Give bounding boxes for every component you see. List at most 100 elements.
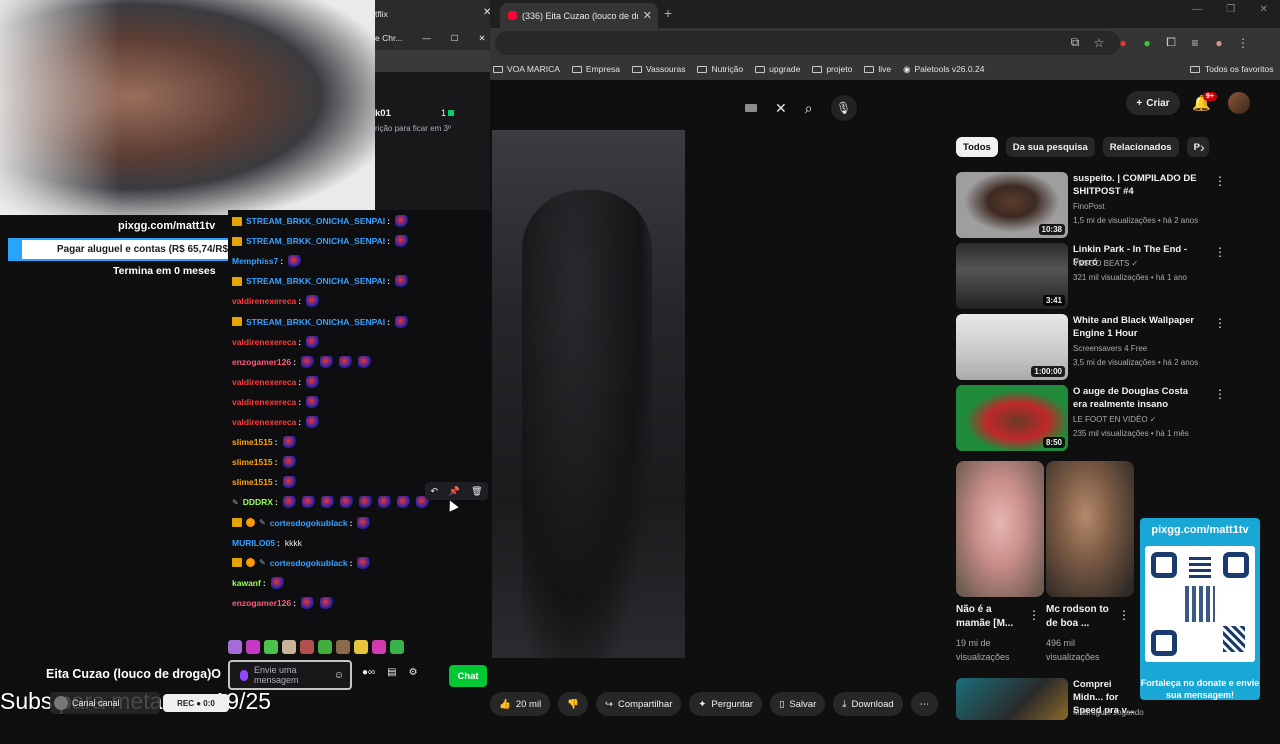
install-icon[interactable]: ⧉	[1068, 35, 1082, 50]
bookmark-star-icon[interactable]: ☆	[1092, 36, 1106, 50]
chat-message[interactable]: ✎ cortesdogokublack:	[232, 516, 372, 530]
extension-red-icon[interactable]: ●	[1116, 36, 1130, 50]
chat-username[interactable]: STREAM_BRKK_ONICHA_SENPAI	[246, 216, 385, 226]
chat-message[interactable]: kawanf:	[232, 576, 285, 590]
chat-message[interactable]: valdirenexereca:	[232, 415, 321, 429]
tab-close-icon[interactable]: ✕	[643, 9, 658, 22]
chat-username[interactable]: kawanf	[232, 578, 261, 588]
close-window-icon[interactable]: ✕	[1259, 4, 1267, 15]
chat-message[interactable]: valdirenexereca:	[232, 375, 321, 389]
chat-message[interactable]: valdirenexereca:	[232, 335, 321, 349]
chat-username[interactable]: valdirenexereca	[232, 296, 296, 306]
reading-list-icon[interactable]: ≡	[1188, 36, 1202, 50]
chat-message[interactable]: Memphiss7:	[232, 254, 303, 268]
chat-username[interactable]: STREAM_BRKK_ONICHA_SENPAI	[246, 317, 385, 327]
chat-message[interactable]: slime1515:	[232, 475, 297, 489]
new-tab-button[interactable]: +	[664, 5, 672, 21]
chat-message[interactable]: enzogamer126:	[232, 596, 334, 610]
bookmark-voa-marica[interactable]: VOA MARICA	[493, 64, 560, 74]
chip-more[interactable]: P	[1186, 137, 1209, 157]
chat-message[interactable]: MURILO05: kkkk	[232, 536, 302, 550]
emote-icon[interactable]	[300, 640, 314, 654]
mic-icon[interactable]	[240, 669, 248, 681]
bookmark-vassouras[interactable]: Vassouras	[631, 64, 685, 74]
chevron-right-icon[interactable]: ›	[1200, 139, 1205, 155]
chat-username[interactable]: slime1515	[232, 437, 273, 447]
close-icon[interactable]: ✕	[479, 33, 486, 44]
bookmark-upgrade[interactable]: upgrade	[755, 64, 800, 74]
reply-icon[interactable]: ↶	[430, 486, 438, 497]
chat-username[interactable]: DDDRX	[243, 497, 273, 507]
voice-search-button[interactable]: 🎙	[830, 95, 857, 121]
extensions-icon[interactable]: ⧠	[1164, 35, 1178, 50]
chat-message-list[interactable]: STREAM_BRKK_ONICHA_SENPAI: STREAM_BRKK_ON…	[228, 210, 490, 630]
like-button[interactable]: 👍 20 mil	[490, 692, 551, 716]
dislike-button[interactable]: 👎	[558, 692, 589, 716]
emote-icon[interactable]	[354, 640, 368, 654]
rec-video-3[interactable]: 1:00:00 White and Black Wallpaper Engine…	[956, 314, 1226, 380]
chat-username[interactable]: slime1515	[232, 457, 273, 467]
emote-icon[interactable]	[228, 640, 242, 654]
browser-tab-active[interactable]: (336) Eita Cuzao (louco de drog ✕	[500, 3, 658, 28]
avatar[interactable]	[1228, 92, 1250, 114]
chat-message[interactable]: enzogamer126:	[232, 355, 372, 369]
rec-video-4[interactable]: 8:50 O auge de Douglas Costa era realmen…	[956, 385, 1226, 451]
emoji-icon[interactable]: ☺	[334, 670, 344, 681]
chat-username[interactable]: STREAM_BRKK_ONICHA_SENPAI	[246, 276, 385, 286]
chat-username[interactable]: enzogamer126	[232, 598, 291, 608]
short-title[interactable]: Não é a mamãe [M...	[956, 603, 1026, 631]
maximize-icon[interactable]: ☐	[451, 33, 459, 44]
chat-message[interactable]: ✎ cortesdogokublack:	[232, 556, 372, 570]
store-icon[interactable]: ▤	[387, 667, 396, 678]
chip-da-sua-pesquisa[interactable]: Da sua pesquisa	[1005, 137, 1095, 157]
emote-icon[interactable]	[336, 640, 350, 654]
chat-message[interactable]: STREAM_BRKK_ONICHA_SENPAI:	[232, 315, 410, 329]
chat-username[interactable]: STREAM_BRKK_ONICHA_SENPAI	[246, 236, 385, 246]
more-options-icon[interactable]: ⋮	[1214, 387, 1226, 401]
chat-username[interactable]: enzogamer126	[232, 357, 291, 367]
chat-username[interactable]: valdirenexereca	[232, 417, 296, 427]
chat-message[interactable]: STREAM_BRKK_ONICHA_SENPAI:	[232, 274, 410, 288]
more-options-icon[interactable]: ⋮	[1028, 608, 1040, 622]
chat-username[interactable]: slime1515	[232, 477, 273, 487]
save-button[interactable]: ▯ Salvar	[770, 692, 826, 716]
download-button[interactable]: ⤓ Download	[833, 692, 903, 716]
chrome-menu-icon[interactable]: ⋮	[1236, 36, 1250, 50]
bookmark-nutricao[interactable]: Nutrição	[697, 64, 743, 74]
chat-input[interactable]: Envie uma mensagem ☺	[228, 660, 352, 690]
chat-message[interactable]: ✎ DDDRX:	[232, 495, 430, 509]
short-title[interactable]: Mc rodson to de boa ...	[1046, 603, 1116, 631]
pin-icon[interactable]: 📌	[449, 486, 460, 497]
more-options-icon[interactable]: ⋮	[1118, 608, 1130, 622]
more-options-icon[interactable]: ⋮	[1214, 316, 1226, 330]
rec-video-2[interactable]: 3:41 Linkin Park - In The End - Forró VE…	[956, 243, 1226, 309]
restore-icon[interactable]: ❐	[1226, 4, 1235, 15]
video-player[interactable]	[492, 130, 685, 658]
chat-message[interactable]: STREAM_BRKK_ONICHA_SENPAI:	[232, 214, 410, 228]
keyboard-icon[interactable]	[745, 104, 757, 112]
rec-video-1[interactable]: 10:38 suspeito. | COMPILADO DE SHITPOST …	[956, 172, 1226, 238]
chat-username[interactable]: valdirenexereca	[232, 337, 296, 347]
create-button[interactable]: + Criar	[1126, 91, 1180, 115]
chat-message[interactable]: valdirenexereca:	[232, 294, 321, 308]
emote-icon[interactable]	[246, 640, 260, 654]
close-icon[interactable]: ✕	[483, 7, 491, 18]
gear-icon[interactable]: ⚙	[409, 667, 418, 678]
profile-avatar-icon[interactable]: ●	[1212, 36, 1226, 50]
address-bar[interactable]	[495, 31, 1120, 55]
emote-icon[interactable]	[264, 640, 278, 654]
more-options-icon[interactable]: ⋮	[1214, 174, 1226, 188]
bookmark-projeto[interactable]: projeto	[812, 64, 852, 74]
ask-button[interactable]: ✦ Perguntar	[689, 692, 763, 716]
minimize-icon[interactable]: —	[422, 33, 431, 43]
all-bookmarks[interactable]: Todos os favoritos	[1190, 58, 1274, 80]
share-button[interactable]: ↪ Compartilhar	[596, 692, 682, 716]
chat-username[interactable]: MURILO05	[232, 538, 275, 548]
chat-message[interactable]: valdirenexereca:	[232, 395, 321, 409]
emote-icon[interactable]	[372, 640, 386, 654]
bits-icon[interactable]: ●∞	[362, 667, 375, 678]
chat-username[interactable]: valdirenexereca	[232, 377, 296, 387]
chat-username[interactable]: valdirenexereca	[232, 397, 296, 407]
chat-message[interactable]: STREAM_BRKK_ONICHA_SENPAI:	[232, 234, 410, 248]
chat-username[interactable]: cortesdogokublack	[270, 518, 348, 528]
